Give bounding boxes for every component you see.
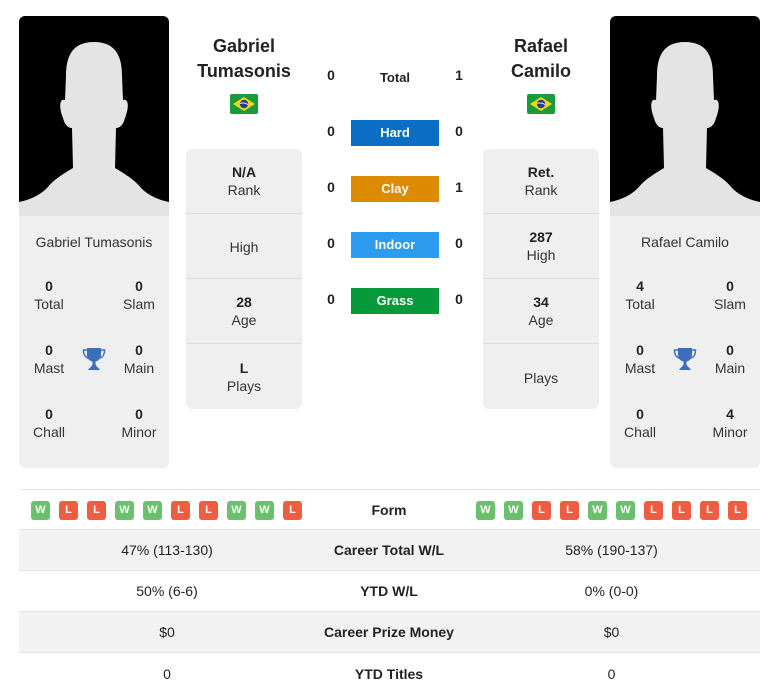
stat-label: Career Total W/L: [333, 542, 445, 558]
player1-titles-card: Gabriel Tumasonis 0 Total 0 Slam 0 Mast 0 Ma…: [19, 216, 169, 468]
trophy-icon: [670, 332, 700, 396]
player2-total-titles: 4 Total: [625, 278, 655, 312]
form-badge-loss: L: [560, 501, 579, 520]
stat-label: YTD Titles: [354, 665, 424, 682]
player1-high: High: [186, 214, 302, 279]
player1-career-wl: 47% (113-130): [121, 542, 213, 558]
player2-chall-titles: 0 Chall: [624, 406, 656, 440]
player2-career-wl: 58% (190-137): [565, 542, 658, 558]
player1-photo: [19, 16, 169, 216]
player1-ytd-titles: 0: [163, 665, 171, 682]
player1-info-card: N/A Rank High 28 Age L Plays: [186, 149, 302, 409]
form-badge-win: W: [255, 501, 274, 520]
stat-row-career-wl: 47% (113-130) Career Total W/L 58% (190-…: [19, 530, 760, 571]
surface-hard-badge: Hard: [351, 120, 439, 146]
player1-plays: L Plays: [226, 359, 262, 394]
player2-info-card: Ret. Rank 287 High 34 Age Plays: [483, 149, 599, 409]
player2-prize-money: $0: [603, 624, 620, 640]
stat-row-ytd-wl: 50% (6-6) YTD W/L 0% (0-0): [19, 571, 760, 612]
form-badge-loss: L: [700, 501, 719, 520]
h2h-total-p1: 0: [327, 67, 335, 83]
player1-minor-titles: 0 Minor: [121, 406, 157, 440]
form-badge-loss: L: [672, 501, 691, 520]
form-badge-loss: L: [59, 501, 78, 520]
stat-row-ytd-titles: 0 YTD Titles 0: [19, 653, 760, 694]
form-label: Form: [371, 502, 407, 518]
h2h-hard-p2: 0: [455, 123, 463, 139]
form-badge-win: W: [616, 501, 635, 520]
form-badge-loss: L: [532, 501, 551, 520]
h2h-hard-p1: 0: [327, 123, 335, 139]
form-badge-win: W: [227, 501, 246, 520]
form-badge-win: W: [31, 501, 50, 520]
form-badge-loss: L: [87, 501, 106, 520]
player1-name-link[interactable]: Gabriel Tumasonis: [179, 34, 309, 84]
form-badge-win: W: [476, 501, 495, 520]
player2-minor-titles: 4 Minor: [712, 406, 748, 440]
surface-indoor-badge: Indoor: [351, 232, 439, 258]
player2-main-titles: 0 Main: [714, 342, 746, 376]
player2-titles-card: Rafael Camilo 4 Total 0 Slam 0 Mast 0 Main 0…: [610, 216, 760, 468]
form-badge-win: W: [115, 501, 134, 520]
player1-ytd-wl: 50% (6-6): [136, 583, 198, 599]
stat-row-prize-money: $0 Career Prize Money $0: [19, 612, 760, 653]
player2-header: Rafael Camilo: [476, 34, 606, 114]
form-badge-loss: L: [199, 501, 218, 520]
player1-slam-titles: 0 Slam: [123, 278, 155, 312]
form-badge-loss: L: [644, 501, 663, 520]
form-badge-loss: L: [728, 501, 747, 520]
surface-clay-badge: Clay: [351, 176, 439, 202]
h2h-clay-p1: 0: [327, 179, 335, 195]
player2-mast-titles: 0 Mast: [624, 342, 656, 376]
form-badge-win: W: [504, 501, 523, 520]
h2h-indoor-p2: 0: [455, 235, 463, 251]
form-badge-win: W: [588, 501, 607, 520]
player1-rank: N/A Rank: [186, 149, 302, 214]
player2-photo: [610, 16, 760, 216]
h2h-clay-p2: 1: [455, 179, 463, 195]
form-badge-loss: L: [171, 501, 190, 520]
player2-ytd-titles: 0: [607, 665, 616, 682]
stat-label: YTD W/L: [360, 583, 418, 599]
player1-main-titles: 0 Main: [123, 342, 155, 376]
player2-age: 34 Age: [483, 279, 599, 344]
stat-label: Career Prize Money: [324, 624, 454, 640]
player1-header: Gabriel Tumasonis: [179, 34, 309, 114]
form-badge-win: W: [143, 501, 162, 520]
player1-mast-titles: 0 Mast: [33, 342, 65, 376]
player2-ytd-wl: 0% (0-0): [584, 583, 639, 599]
player2-name-link[interactable]: Rafael Camilo: [476, 34, 606, 84]
trophy-icon: [79, 332, 109, 396]
h2h-total-label: Total: [379, 70, 411, 85]
player2-high: 287 High: [483, 214, 599, 279]
form-row: WLLWWLLWWL Form WWLLWWLLLL: [19, 489, 760, 530]
h2h-indoor-p1: 0: [327, 235, 335, 251]
player1-card-name: Gabriel Tumasonis: [35, 234, 153, 250]
player2-rank: Ret. Rank: [483, 149, 599, 214]
player1-chall-titles: 0 Chall: [33, 406, 65, 440]
player2-card-name: Rafael Camilo: [641, 234, 729, 250]
h2h-total-p2: 1: [455, 67, 463, 83]
player2-plays: Plays: [523, 369, 559, 386]
brazil-flag-icon: [230, 94, 258, 114]
player2-slam-titles: 0 Slam: [714, 278, 746, 312]
h2h-grass-p1: 0: [327, 291, 335, 307]
brazil-flag-icon: [527, 94, 555, 114]
h2h-grass-p2: 0: [455, 291, 463, 307]
surface-grass-badge: Grass: [351, 288, 439, 314]
form-badge-loss: L: [283, 501, 302, 520]
avatar-silhouette-icon: [610, 42, 760, 216]
player1-prize-money: $0: [159, 624, 175, 640]
avatar-silhouette-icon: [19, 42, 169, 216]
player1-age: 28 Age: [186, 279, 302, 344]
player1-total-titles: 0 Total: [34, 278, 64, 312]
